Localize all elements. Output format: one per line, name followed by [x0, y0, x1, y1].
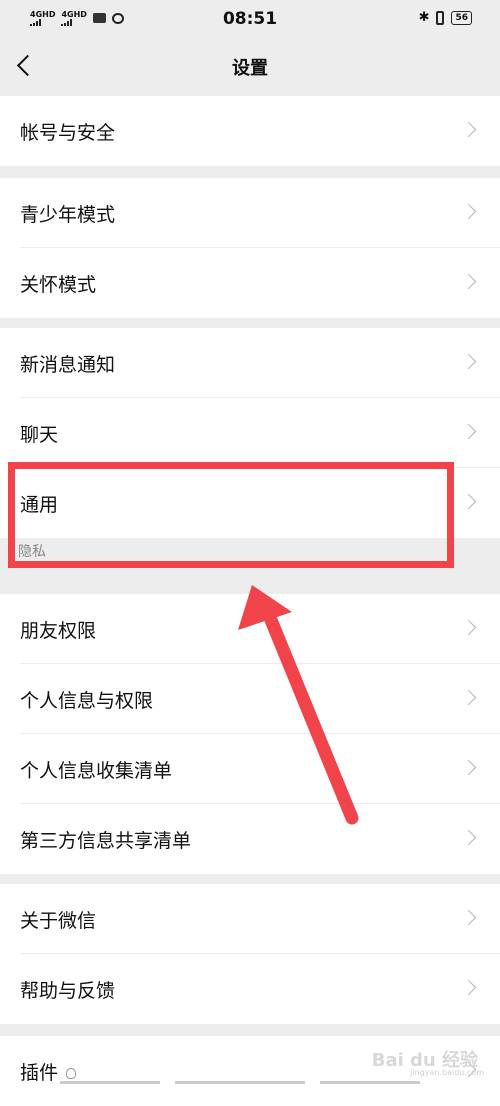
watermark-url: jingyan.baidu.com — [410, 1068, 484, 1077]
watermark-logo: Bai du 经验 jingyan.baidu.com — [372, 1046, 484, 1077]
annotation-arrow-icon — [238, 585, 359, 825]
